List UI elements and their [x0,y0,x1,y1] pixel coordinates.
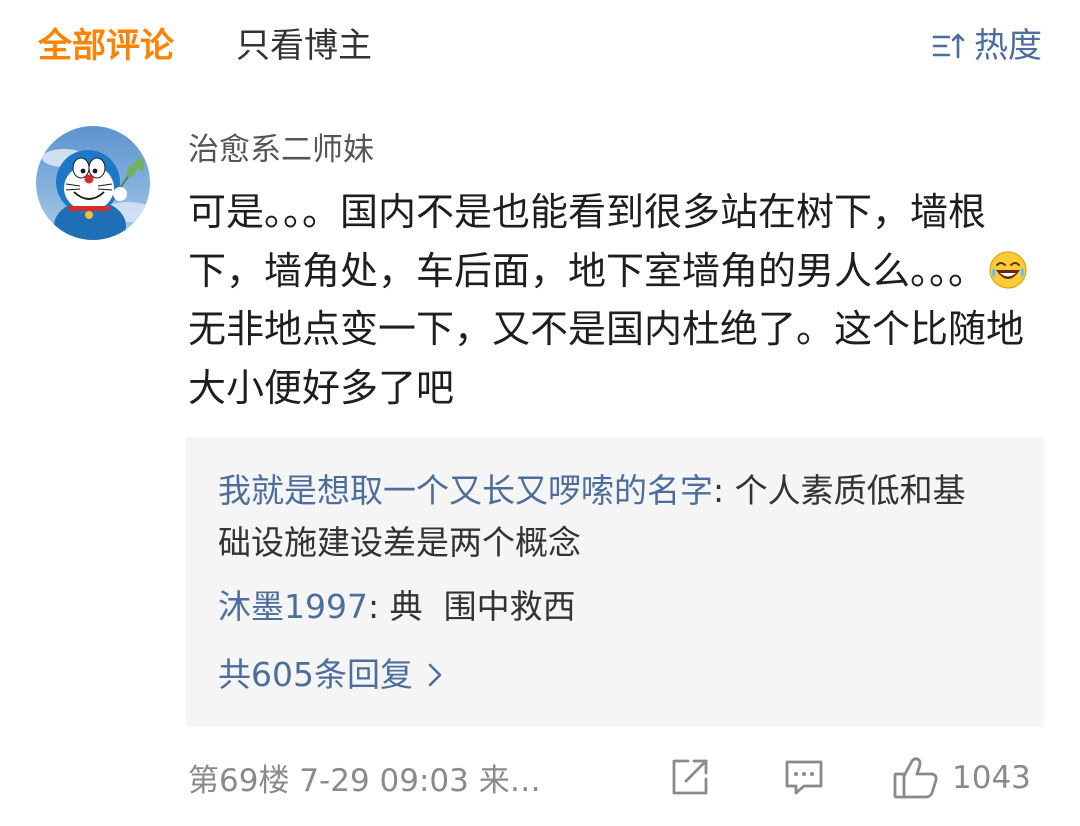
tab-blogger-only[interactable]: 只看博主 [236,24,372,68]
tab-all-comments[interactable]: 全部评论 [38,24,174,68]
reply-author[interactable]: 沐墨1997 [218,587,368,626]
reply-text: 典 围中救西 [389,587,576,626]
comment-text: 可是。。。国内不是也能看到很多站在树下，墙根下，墙角处，车后面，地下室墙角的男人… [188,183,1048,417]
view-all-replies-label: 共605条回复 [218,655,413,694]
comment-meta: 第69楼 7-29 09:03 来… [188,760,541,802]
reply-separator: : [367,587,390,626]
reply-item: 我就是想取一个又长又啰嗦的名字: 个人素质低和基础设施建设差是两个概念 [218,465,998,569]
sort-icon [932,33,965,59]
like-count: 1043 [952,760,1031,796]
avatar[interactable] [36,126,150,240]
share-button[interactable] [668,755,712,803]
comment-source: 来… [478,763,541,799]
reply-item: 沐墨1997: 典 围中救西 [218,581,998,633]
comment-icon [785,760,823,795]
reply-preview-box[interactable]: 我就是想取一个又长又啰嗦的名字: 个人素质低和基础设施建设差是两个概念 沐墨19… [186,437,1044,727]
comment-username[interactable]: 治愈系二师妹 [188,130,374,170]
sort-label: 热度 [974,26,1042,66]
comment-text-part-1: 可是。。。国内不是也能看到很多站在树下，墙根下，墙角处，车后面，地下室墙角的男人… [188,190,987,293]
reply-author[interactable]: 我就是想取一个又长又啰嗦的名字 [218,471,713,510]
floor-number: 第69楼 [188,763,290,799]
share-icon [672,759,708,795]
view-all-replies-link[interactable]: 共605条回复 [218,649,443,701]
comment-button[interactable] [782,755,826,803]
chevron-right-icon [428,663,442,687]
reply-separator: : [713,471,735,510]
like-button[interactable]: 1043 [892,755,1031,801]
sort-button[interactable]: 热度 [932,24,1042,68]
laughing-crying-emoji-icon [988,248,1028,289]
comment-time: 7-29 09:03 [299,763,469,799]
comment-text-part-2: 无非地点变一下，又不是国内杜绝了。这个比随地大小便好多了吧 [188,307,1025,410]
thumbs-up-icon [893,757,938,799]
